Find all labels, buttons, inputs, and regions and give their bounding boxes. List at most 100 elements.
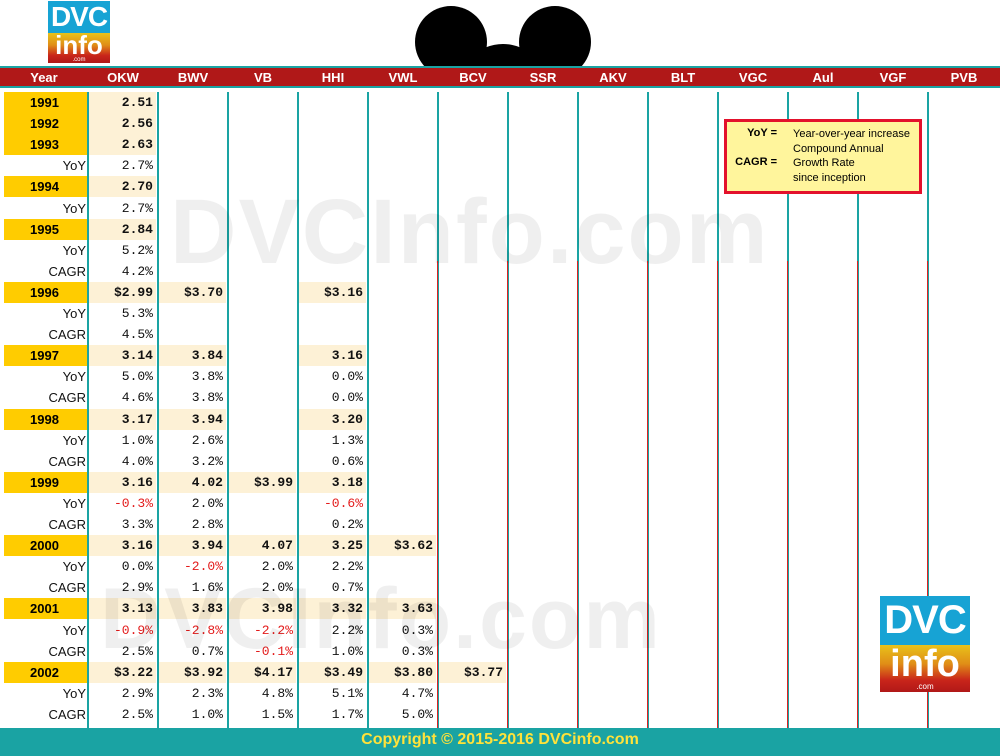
value-cell-vb bbox=[228, 134, 297, 155]
stat-row: YoY -0.3% 2.0% -0.6% bbox=[0, 493, 1000, 514]
value-cell-bwv: 2.8% bbox=[191, 517, 223, 532]
value-cell-okw: 4.0% bbox=[121, 453, 153, 469]
value-cell-vwl bbox=[368, 366, 437, 387]
value-cell-okw: 3.16 bbox=[121, 538, 153, 554]
value-cell-bwv: 3.84 bbox=[191, 348, 223, 364]
value-cell-vb bbox=[228, 409, 297, 430]
stat-row: CAGR 2.5% 1.0% 1.5% 1.7% 5.0% bbox=[0, 704, 1000, 725]
value-cell-okw: 3.14 bbox=[121, 348, 153, 364]
value-cell-okw: 1.0% bbox=[121, 432, 153, 448]
value-cell-vb bbox=[228, 155, 297, 176]
value-cell-okw: 4.2% bbox=[121, 263, 153, 279]
value-cell-bcv bbox=[438, 683, 507, 704]
value-cell-vwl bbox=[368, 324, 437, 345]
value-cell-vwl bbox=[368, 134, 437, 155]
value-cell-vb bbox=[228, 282, 297, 303]
value-cell-vb bbox=[228, 514, 297, 535]
value-cell-bwv: 3.8% bbox=[191, 369, 223, 385]
value-cell-okw: 2.51 bbox=[121, 95, 153, 110]
value-cell-bwv: 1.0% bbox=[191, 706, 223, 722]
stat-row: CAGR 4.0% 3.2% 0.6% bbox=[0, 451, 1000, 472]
stat-label: CAGR bbox=[48, 643, 86, 659]
stat-label: YoY bbox=[62, 559, 86, 575]
dvcinfo-logo-large[interactable]: DVC info .com bbox=[880, 596, 970, 692]
stat-label: YoY bbox=[62, 685, 86, 701]
value-cell-hhi: 0.2% bbox=[331, 517, 363, 532]
value-cell-bwv: 3.8% bbox=[191, 390, 223, 406]
value-cell-vwl bbox=[368, 430, 437, 451]
column-header-pvb: PVB bbox=[950, 70, 978, 85]
value-cell-okw: 3.17 bbox=[121, 411, 153, 427]
stat-label: YoY bbox=[62, 369, 86, 385]
year-row: 1996 $2.99 $3.70 $3.16 bbox=[0, 281, 1000, 303]
column-header-okw: OKW bbox=[107, 70, 139, 85]
logo-large-text-bottom: info bbox=[890, 643, 960, 686]
value-cell-vwl bbox=[368, 282, 437, 303]
stat-row: YoY 2.9% 2.3% 4.8% 5.1% 4.7% bbox=[0, 683, 1000, 704]
column-divider-line bbox=[787, 261, 788, 728]
value-cell-okw: 5.2% bbox=[121, 242, 153, 258]
value-cell-bwv: 3.2% bbox=[191, 453, 223, 469]
value-cell-vb: $3.99 bbox=[253, 474, 293, 490]
value-cell-okw: 2.7% bbox=[121, 200, 153, 216]
logo-large-text-domain: .com bbox=[916, 682, 934, 692]
value-cell-hhi bbox=[298, 324, 367, 345]
stat-row: CAGR 4.5% bbox=[0, 324, 1000, 345]
year-row: 1997 3.14 3.84 3.16 bbox=[0, 345, 1000, 367]
value-cell-okw: -0.3% bbox=[113, 495, 153, 511]
value-cell-bwv bbox=[158, 113, 227, 134]
stat-label: CAGR bbox=[48, 327, 86, 343]
year-row: 1991 2.51 bbox=[0, 92, 1000, 113]
value-cell-okw: 2.56 bbox=[121, 116, 153, 132]
column-header-vgf: VGF bbox=[879, 70, 907, 85]
value-cell-vb bbox=[228, 366, 297, 387]
year-label: 1993 bbox=[4, 134, 90, 156]
dvcinfo-logo-small[interactable]: DVC info .com bbox=[48, 1, 110, 63]
year-label: 1997 bbox=[4, 345, 90, 367]
value-cell-bcv bbox=[438, 345, 507, 366]
value-cell-bcv bbox=[438, 134, 507, 155]
value-cell-okw: 2.70 bbox=[121, 179, 153, 195]
value-cell-vwl bbox=[368, 113, 437, 134]
value-cell-bcv bbox=[438, 409, 507, 430]
value-cell-vwl bbox=[368, 387, 437, 408]
year-label: 2001 bbox=[4, 598, 90, 620]
value-cell-hhi: 0.6% bbox=[331, 453, 363, 469]
year-label: 1996 bbox=[4, 281, 90, 303]
value-cell-bcv bbox=[438, 493, 507, 514]
year-label: 1995 bbox=[4, 218, 90, 240]
logo-text-bottom: info bbox=[55, 30, 103, 60]
value-cell-vwl bbox=[368, 303, 437, 324]
stat-label: CAGR bbox=[48, 580, 86, 596]
value-cell-hhi bbox=[298, 155, 367, 176]
stat-label: YoY bbox=[62, 306, 86, 321]
logo-text-top: DVC bbox=[48, 1, 110, 33]
value-cell-okw: 4.5% bbox=[121, 327, 153, 343]
value-cell-bcv bbox=[438, 324, 507, 345]
value-cell-bcv bbox=[438, 451, 507, 472]
value-cell-bwv: 2.0% bbox=[191, 495, 223, 511]
value-cell-hhi: 3.18 bbox=[331, 474, 363, 490]
value-cell-okw: 2.5% bbox=[121, 706, 153, 722]
value-cell-bcv bbox=[438, 155, 507, 176]
year-label: 2002 bbox=[4, 661, 90, 683]
stat-row: YoY 1.0% 2.6% 1.3% bbox=[0, 430, 1000, 451]
logo-large-text-top: DVC bbox=[880, 596, 970, 646]
legend-box: YoY = Year-over-year increase CAGR = Com… bbox=[724, 119, 922, 194]
legend-yoy-term: YoY = bbox=[747, 127, 777, 139]
value-cell-vwl bbox=[368, 493, 437, 514]
value-cell-vb: 4.8% bbox=[261, 685, 293, 701]
value-cell-vb: 4.07 bbox=[261, 538, 293, 554]
column-header-year: Year bbox=[30, 70, 58, 85]
stat-label: YoY bbox=[62, 432, 86, 448]
value-cell-bcv bbox=[438, 430, 507, 451]
value-cell-vwl: $3.62 bbox=[393, 538, 433, 554]
value-cell-okw: 2.9% bbox=[121, 685, 153, 701]
value-cell-vb bbox=[228, 324, 297, 345]
stat-label: YoY bbox=[62, 200, 86, 216]
watermark-lower: DVCInfo.com bbox=[100, 571, 662, 667]
value-cell-hhi: 0.0% bbox=[331, 369, 363, 385]
stat-label: YoY bbox=[62, 495, 86, 511]
value-cell-vb bbox=[228, 92, 297, 113]
column-header-vwl: VWL bbox=[388, 70, 418, 85]
